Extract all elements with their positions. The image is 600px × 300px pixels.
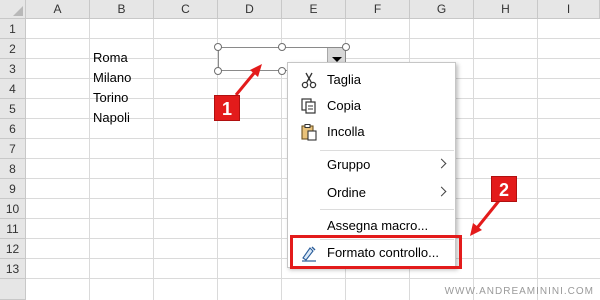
callout-arrow-1: [234, 71, 257, 96]
callout-arrows: [234, 64, 504, 236]
watermark: WWW.ANDREAMININI.COM: [444, 286, 594, 297]
callout-badge-1: 1: [214, 95, 240, 121]
callout-badge-2: 2: [491, 176, 517, 202]
spreadsheet: A B C D E F G H I 1 2 3 4 5 6 7 8 9 10 1…: [0, 0, 600, 300]
